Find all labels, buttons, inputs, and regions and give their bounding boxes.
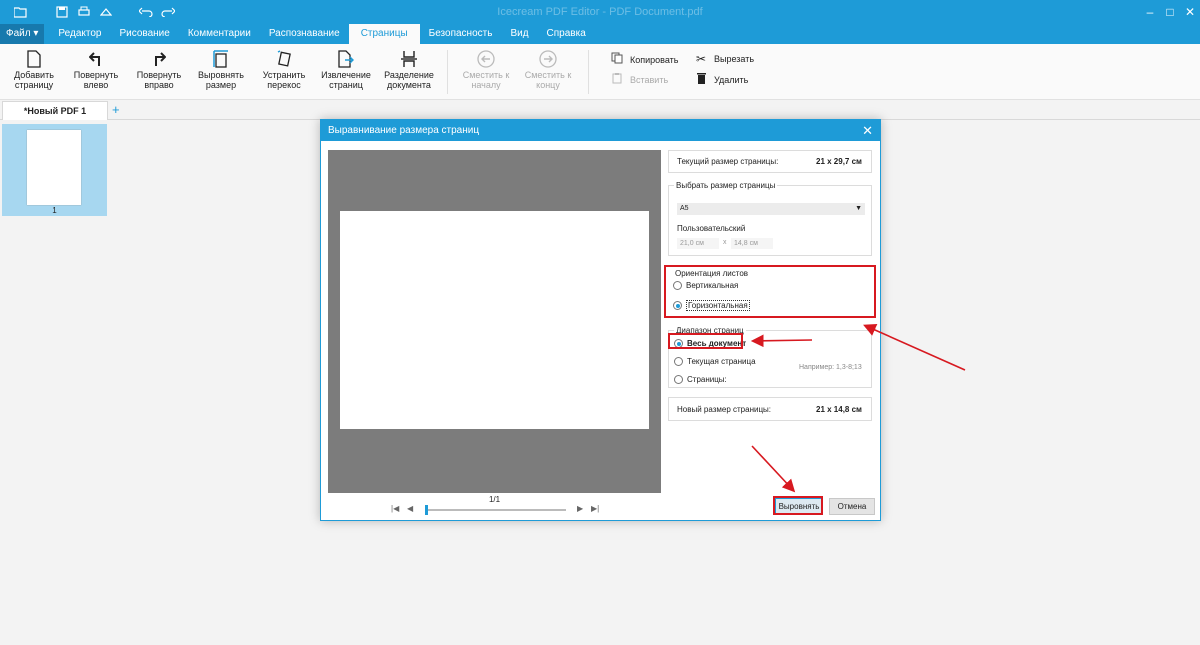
page-preview <box>328 150 661 493</box>
scissors-icon: ✂ <box>695 52 707 66</box>
custom-size-label: Пользовательский <box>677 224 746 233</box>
copy-button[interactable]: Копировать <box>610 52 678 67</box>
move-to-end-icon <box>518 48 578 70</box>
menu-bar: Файл ▾ Редактор Рисование Комментарии Ра… <box>0 24 1200 44</box>
add-tab-icon[interactable]: + <box>112 101 120 119</box>
menu-editor[interactable]: Редактор <box>49 24 110 44</box>
deskew-icon <box>254 48 314 70</box>
current-size-value: 21 x 29,7 см <box>816 157 862 166</box>
align-size-button[interactable]: Выровнять размер <box>191 48 251 90</box>
document-tabs: *Новый PDF 1 + <box>0 101 1200 120</box>
minimize-icon[interactable]: – <box>1140 0 1160 24</box>
paste-button[interactable]: Вставить <box>610 72 668 87</box>
menu-comments[interactable]: Комментарии <box>179 24 260 44</box>
menu-security[interactable]: Безопасность <box>420 24 502 44</box>
thumbnail-page <box>27 130 81 205</box>
split-document-icon <box>379 48 439 70</box>
dialog-title-bar: Выравнивание размера страниц ✕ <box>321 120 880 141</box>
deskew-button[interactable]: Устранить перекос <box>254 48 314 90</box>
title-bar: Icecream PDF Editor - PDF Document.pdf –… <box>0 0 1200 24</box>
current-size-label: Текущий размер страницы: <box>677 157 779 166</box>
rotate-left-button[interactable]: Повернуть влево <box>66 48 126 90</box>
menu-ocr[interactable]: Распознавание <box>260 24 349 44</box>
current-size-panel: Текущий размер страницы: 21 x 29,7 см <box>668 150 872 173</box>
preview-page <box>340 211 649 429</box>
menu-help[interactable]: Справка <box>538 24 595 44</box>
thumbnail-page-number: 1 <box>52 206 57 215</box>
menu-file[interactable]: Файл ▾ <box>0 24 45 44</box>
close-icon[interactable]: ✕ <box>1180 0 1200 24</box>
rotate-right-button[interactable]: Повернуть вправо <box>129 48 189 90</box>
preview-pager: |◀ ◀ ▶ ▶| <box>391 504 601 515</box>
new-size-label: Новый размер страницы: <box>677 405 772 414</box>
custom-width-input[interactable]: 21,0 см <box>677 238 719 249</box>
add-page-button[interactable]: Добавить страницу <box>4 48 64 90</box>
move-to-start-button[interactable]: Сместить к началу <box>456 48 516 90</box>
preview-page-counter: 1/1 <box>488 495 501 504</box>
last-page-icon[interactable]: ▶| <box>591 504 599 513</box>
page-size-select[interactable]: A5 ▼ <box>677 203 865 215</box>
next-page-icon[interactable]: ▶ <box>577 504 583 513</box>
trash-icon <box>694 72 708 87</box>
align-size-icon <box>191 48 251 70</box>
window-title: Icecream PDF Editor - PDF Document.pdf <box>497 6 703 18</box>
ribbon-toolbar: Добавить страницу Повернуть влево Поверн… <box>0 44 1200 100</box>
highlight-orientation <box>664 265 876 318</box>
document-tab[interactable]: *Новый PDF 1 <box>2 101 108 120</box>
rotate-right-icon <box>129 48 189 70</box>
extract-pages-button[interactable]: Извлечение страниц <box>316 48 376 90</box>
range-pages-option[interactable]: Страницы: <box>674 375 727 384</box>
radio-current-page[interactable] <box>674 357 683 366</box>
new-size-value: 21 x 14,8 см <box>816 405 862 414</box>
paste-icon <box>610 72 624 87</box>
highlight-all-document <box>668 333 743 349</box>
rotate-left-icon <box>66 48 126 70</box>
menu-drawing[interactable]: Рисование <box>110 24 178 44</box>
chevron-down-icon: ▼ <box>855 205 862 212</box>
radio-pages[interactable] <box>674 375 683 384</box>
highlight-align-button <box>773 496 823 515</box>
move-to-end-button[interactable]: Сместить к концу <box>518 48 578 90</box>
choose-size-label: Выбрать размер страницы <box>674 181 778 190</box>
add-page-icon <box>4 48 64 70</box>
new-size-panel: Новый размер страницы: 21 x 14,8 см <box>668 397 872 421</box>
prev-page-icon[interactable]: ◀ <box>407 504 413 513</box>
first-page-icon[interactable]: |◀ <box>391 504 399 513</box>
range-example: Например: 1,3-8;13 <box>799 364 862 371</box>
extract-pages-icon <box>316 48 376 70</box>
custom-height-input[interactable]: 14,8 см <box>731 238 773 249</box>
cut-button[interactable]: ✂ Вырезать <box>694 52 754 66</box>
choose-size-group: Выбрать размер страницы A5 ▼ Пользовател… <box>668 181 872 256</box>
cancel-button[interactable]: Отмена <box>829 498 875 515</box>
delete-button[interactable]: Удалить <box>694 72 748 87</box>
range-current-option[interactable]: Текущая страница <box>674 357 756 366</box>
move-to-start-icon <box>456 48 516 70</box>
align-page-size-dialog: Выравнивание размера страниц ✕ 1/1 |◀ ◀ … <box>320 119 881 521</box>
split-document-button[interactable]: Разделение документа <box>379 48 439 90</box>
page-thumbnail-selected[interactable]: 1 <box>2 124 107 216</box>
dialog-close-icon[interactable]: ✕ <box>862 120 873 141</box>
page-slider-track[interactable] <box>426 509 566 511</box>
menu-pages[interactable]: Страницы <box>348 24 420 44</box>
custom-size-x: x <box>723 239 727 246</box>
dialog-title: Выравнивание размера страниц <box>328 125 480 136</box>
maximize-icon[interactable]: □ <box>1160 0 1180 24</box>
copy-icon <box>610 52 624 67</box>
menu-view[interactable]: Вид <box>501 24 537 44</box>
page-slider-handle[interactable] <box>425 505 428 515</box>
